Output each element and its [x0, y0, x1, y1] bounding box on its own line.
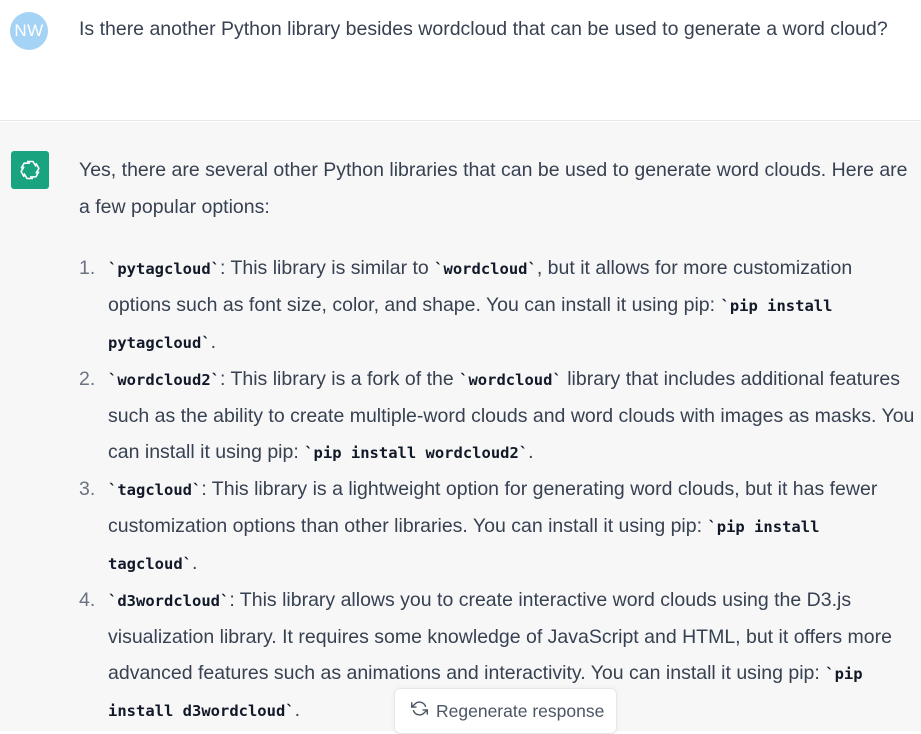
regenerate-response-button[interactable]: Regenerate response: [394, 688, 617, 734]
library-name-code: `pytagcloud`: [108, 260, 220, 278]
list-item: 1. `pytagcloud`: This library is similar…: [79, 250, 915, 361]
library-name-code: `d3wordcloud`: [108, 592, 230, 610]
assistant-message: Yes, there are several other Python libr…: [0, 122, 921, 731]
list-item: 3. `tagcloud`: This library is a lightwe…: [79, 471, 915, 582]
list-item-text: .: [192, 552, 198, 574]
list-item: 2. `wordcloud2`: This library is a fork …: [79, 361, 915, 471]
list-item-text: .: [294, 699, 301, 721]
answer-intro: Yes, there are several other Python libr…: [79, 159, 908, 218]
inline-code: `wordcloud`: [434, 260, 537, 278]
openai-logo-icon: [11, 151, 49, 189]
regenerate-button-label: Regenerate response: [436, 700, 605, 721]
list-item-text: : This library is a fork of the: [219, 368, 460, 390]
library-list: 1. `pytagcloud`: This library is similar…: [79, 250, 915, 729]
inline-code: `wordcloud`: [459, 371, 562, 389]
user-message-text: Is there another Python library besides …: [79, 18, 888, 40]
user-avatar-initials: NW: [14, 21, 44, 40]
assistant-answer: Yes, there are several other Python libr…: [79, 152, 915, 729]
list-item-number: 2.: [79, 368, 96, 390]
library-name-code: `wordcloud2`: [108, 371, 220, 389]
list-item-number: 1.: [79, 257, 96, 279]
list-item-text: : This library is similar to: [219, 257, 435, 279]
user-message: NW Is there another Python library besid…: [0, 0, 921, 121]
user-avatar: NW: [10, 12, 48, 50]
library-name-code: `tagcloud`: [108, 481, 202, 499]
list-item-text: .: [210, 331, 217, 353]
list-item-text: .: [528, 441, 534, 463]
list-item-number: 3.: [79, 478, 96, 500]
list-item-number: 4.: [79, 589, 96, 611]
install-command-code: `pip install wordcloud2`: [304, 444, 529, 462]
refresh-icon: [411, 700, 428, 722]
